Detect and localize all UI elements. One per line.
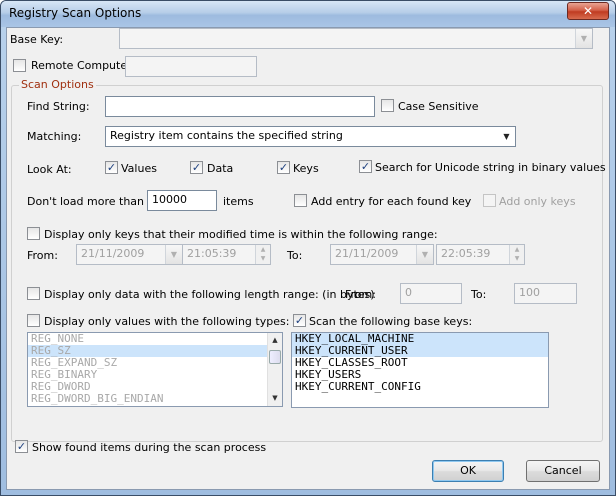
case-sensitive-label: Case Sensitive	[398, 100, 479, 113]
modified-from-time[interactable]: 21:05:39 ▲ ▼	[182, 244, 271, 265]
find-string-input[interactable]	[105, 96, 375, 117]
modified-from-date-value: 21/11/2009	[81, 247, 145, 260]
title-bar[interactable]: Registry Scan Options ✕	[1, 1, 615, 27]
list-item[interactable]: HKEY_CURRENT_CONFIG	[292, 381, 548, 393]
from-time-spinner[interactable]: ▲ ▼	[255, 245, 270, 264]
length-to-input[interactable]: 100	[514, 283, 577, 304]
base-keys-label: Scan the following base keys:	[309, 315, 473, 328]
base-key-label: Base Key:	[10, 33, 64, 46]
modified-from-time-value: 21:05:39	[187, 247, 237, 260]
modified-time-checkbox[interactable]	[27, 227, 40, 240]
matching-label: Matching:	[27, 130, 82, 143]
add-only-keys-checkbox[interactable]	[483, 194, 496, 207]
modified-from-label: From:	[27, 249, 58, 262]
close-button[interactable]: ✕	[567, 2, 609, 20]
spin-up-icon[interactable]: ▲	[510, 245, 524, 254]
look-at-values-checkbox[interactable]: ✓	[105, 161, 118, 174]
length-range-checkbox[interactable]	[27, 287, 40, 300]
add-only-keys-label: Add only keys	[499, 195, 576, 208]
remote-computer-label: Remote Computer:	[31, 59, 136, 72]
look-at-data-checkbox[interactable]: ✓	[190, 161, 203, 174]
modified-to-time-value: 22:05:39	[441, 247, 491, 260]
remote-computer-field[interactable]	[125, 56, 257, 77]
add-entry-each-key-label: Add entry for each found key	[311, 195, 472, 208]
look-at-values-label: Values	[121, 162, 157, 175]
scan-options-title: Scan Options	[19, 78, 96, 91]
modified-to-label: To:	[287, 249, 303, 262]
modified-time-label: Display only keys that their modified ti…	[44, 228, 438, 241]
value-types-checkbox[interactable]	[27, 314, 40, 327]
modified-to-date-value: 21/11/2009	[335, 247, 399, 260]
to-time-spinner[interactable]: ▲ ▼	[509, 245, 524, 264]
scroll-thumb[interactable]	[269, 350, 281, 364]
find-string-label: Find String:	[27, 100, 90, 113]
show-found-checkbox[interactable]: ✓	[15, 440, 28, 453]
show-found-label: Show found items during the scan process	[32, 441, 267, 454]
modified-to-date[interactable]: 21/11/2009 ▼	[330, 244, 434, 265]
spin-up-icon[interactable]: ▲	[256, 245, 270, 254]
look-at-data-label: Data	[207, 162, 234, 175]
modified-to-time[interactable]: 22:05:39 ▲ ▼	[436, 244, 525, 265]
ok-button[interactable]: OK	[432, 460, 504, 482]
unicode-search-checkbox[interactable]: ✓	[359, 160, 372, 173]
value-types-listbox[interactable]: REG_NONE REG_SZ REG_EXPAND_SZ REG_BINARY REG…	[27, 332, 283, 407]
length-to-label: To:	[471, 288, 487, 301]
matching-select[interactable]: Registry item contains the specified str…	[105, 126, 516, 147]
scroll-down-icon[interactable]: ▼	[268, 391, 282, 406]
chevron-down-icon[interactable]: ▼	[165, 245, 182, 264]
spin-down-icon[interactable]: ▼	[256, 254, 270, 263]
unicode-search-label: Search for Unicode string in binary valu…	[375, 161, 606, 174]
add-entry-each-key-checkbox[interactable]	[294, 194, 307, 207]
chevron-down-icon[interactable]: ▼	[416, 245, 433, 264]
case-sensitive-checkbox[interactable]	[381, 99, 394, 112]
look-at-label: Look At:	[27, 163, 72, 176]
length-from-input[interactable]: 0	[400, 283, 462, 304]
remote-computer-checkbox[interactable]	[13, 59, 26, 72]
cancel-button[interactable]: Cancel	[526, 460, 600, 482]
base-keys-listbox[interactable]: HKEY_LOCAL_MACHINE HKEY_CURRENT_USER HKEY_…	[291, 332, 549, 408]
list-item[interactable]: REG_DWORD_BIG_ENDIAN	[28, 393, 282, 405]
look-at-keys-label: Keys	[293, 162, 319, 175]
value-types-label: Display only values with the following t…	[44, 315, 290, 328]
chevron-down-icon[interactable]: ▼	[498, 127, 515, 146]
base-key-combo[interactable]: ▼	[119, 28, 593, 49]
length-range-label: Display only data with the following len…	[44, 288, 375, 301]
value-types-scrollbar[interactable]: ▲ ▼	[267, 333, 282, 406]
chevron-down-icon[interactable]: ▼	[575, 29, 592, 48]
length-from-label: From:	[345, 288, 376, 301]
dont-load-label: Don't load more than	[27, 195, 144, 208]
look-at-keys-checkbox[interactable]: ✓	[277, 161, 290, 174]
registry-scan-options-window: Registry Scan Options ✕ Base Key: ▼ Remo…	[0, 0, 616, 496]
scroll-up-icon[interactable]: ▲	[268, 333, 282, 348]
dont-load-suffix: items	[223, 195, 254, 208]
dont-load-input[interactable]: 10000	[147, 190, 217, 211]
base-keys-checkbox[interactable]: ✓	[293, 314, 306, 327]
window-title: Registry Scan Options	[9, 6, 142, 20]
dialog-client-area: Base Key: ▼ Remote Computer: Scan Option…	[6, 27, 610, 490]
modified-from-date[interactable]: 21/11/2009 ▼	[76, 244, 183, 265]
spin-down-icon[interactable]: ▼	[510, 254, 524, 263]
matching-value: Registry item contains the specified str…	[110, 129, 343, 142]
